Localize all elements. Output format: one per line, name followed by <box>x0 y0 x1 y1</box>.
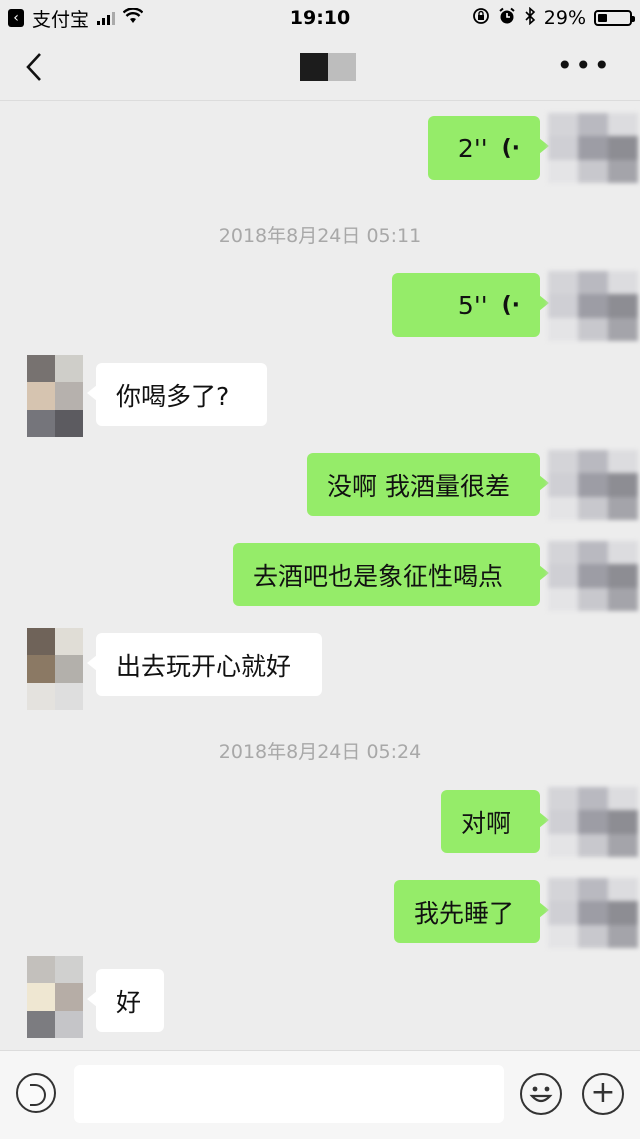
battery-percent: 29% <box>543 7 586 29</box>
text-message-bubble[interactable]: 去酒吧也是象征性喝点 <box>233 543 549 606</box>
message-text: 我先睡了 <box>414 898 515 928</box>
more-button[interactable]: ••• <box>556 52 612 80</box>
back-button[interactable] <box>22 50 52 84</box>
message-text: 对啊 <box>461 808 512 838</box>
chat-title-obscured <box>300 53 356 81</box>
status-right: 29% <box>472 6 640 30</box>
message-text: 出去玩开心就好 <box>116 651 292 681</box>
text-message-bubble[interactable]: 出去玩开心就好 <box>87 633 322 696</box>
voice-message-bubble[interactable]: 2'' (· <box>428 116 549 180</box>
status-left: ‹ 支付宝 <box>0 5 144 32</box>
back-to-app-icon[interactable]: ‹ <box>8 9 24 27</box>
rotation-lock-icon <box>472 7 490 30</box>
carrier-label[interactable]: 支付宝 <box>32 5 89 32</box>
more-dots-icon: ••• <box>556 49 612 82</box>
title-blur-block-2 <box>328 53 356 81</box>
my-avatar[interactable] <box>548 541 638 611</box>
voice-duration: 2'' <box>457 133 488 163</box>
battery-level-fill <box>598 14 607 22</box>
bluetooth-icon <box>524 6 536 30</box>
chevron-left-icon <box>26 53 41 81</box>
my-avatar[interactable] <box>548 271 638 341</box>
chat-timestamp: 2018年8月24日 05:24 <box>218 741 422 763</box>
voice-duration: 5'' <box>457 290 488 320</box>
voice-message-bubble[interactable]: 5'' (· <box>392 273 549 337</box>
chat-navbar: ••• <box>0 36 640 101</box>
my-avatar[interactable] <box>548 450 638 520</box>
contact-avatar[interactable] <box>27 355 83 437</box>
message-input[interactable] <box>74 1065 504 1123</box>
my-avatar[interactable] <box>548 787 638 857</box>
text-message-bubble[interactable]: 好 <box>87 969 164 1032</box>
voice-wave-icon: (· <box>501 135 520 161</box>
voice-mode-button[interactable] <box>16 1073 56 1113</box>
plus-icon: + <box>590 1075 616 1110</box>
battery-icon <box>594 10 635 26</box>
voice-wave-icon: (· <box>501 292 520 318</box>
message-text: 你喝多了? <box>116 381 230 411</box>
wifi-icon <box>122 6 144 29</box>
message-text: 去酒吧也是象征性喝点 <box>253 561 504 591</box>
my-avatar[interactable] <box>548 878 638 948</box>
chat-message-list[interactable]: 2'' (· 2018年8月24日 05:11 5'' (· 你喝多了? 没啊 … <box>0 101 640 1048</box>
text-message-bubble[interactable]: 没啊 我酒量很差 <box>307 453 549 516</box>
text-message-bubble[interactable]: 我先睡了 <box>394 880 549 943</box>
chat-timestamp: 2018年8月24日 05:11 <box>218 225 422 247</box>
text-message-bubble[interactable]: 你喝多了? <box>87 363 267 426</box>
message-input-bar: + <box>0 1050 640 1139</box>
message-text: 好 <box>116 987 142 1017</box>
title-blur-block-1 <box>300 53 328 81</box>
contact-avatar[interactable] <box>27 628 83 710</box>
contact-avatar[interactable] <box>27 956 83 1038</box>
my-avatar[interactable] <box>548 113 638 183</box>
emoji-icon <box>529 1086 553 1103</box>
status-bar: ‹ 支付宝 19:10 29% <box>0 0 640 36</box>
message-text: 没啊 我酒量很差 <box>327 471 510 501</box>
alarm-icon <box>498 7 516 30</box>
text-message-bubble[interactable]: 对啊 <box>441 790 549 853</box>
signal-icon <box>97 11 116 25</box>
more-actions-button[interactable]: + <box>582 1073 624 1115</box>
emoji-button[interactable] <box>520 1073 562 1115</box>
